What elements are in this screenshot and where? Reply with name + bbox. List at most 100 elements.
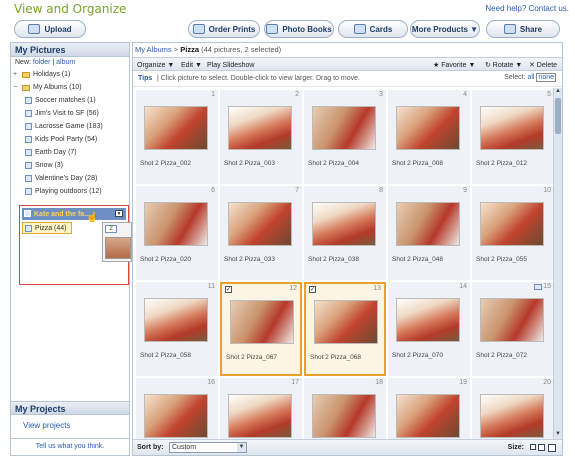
album-icon — [25, 224, 32, 232]
sidebar-item[interactable]: Lacrosse Game (183) — [13, 120, 127, 133]
breadcrumb-my-albums[interactable]: My Albums — [135, 45, 172, 54]
more-products-button[interactable]: More Products ▼ — [410, 20, 480, 38]
album-dropdown-icon[interactable]: ▼ — [115, 210, 123, 217]
photo-thumbnail[interactable] — [144, 106, 208, 150]
new-folder-link[interactable]: folder — [33, 59, 51, 66]
photo-thumbnail[interactable] — [480, 394, 544, 438]
select-all-link[interactable]: all — [527, 74, 534, 81]
photo-tile[interactable]: 5 Shot 2 Pizza_012 — [472, 90, 553, 184]
photo-tile[interactable]: 18 — [304, 378, 386, 439]
photo-thumbnail[interactable] — [312, 202, 376, 246]
cards-button[interactable]: Cards — [338, 20, 408, 38]
photo-tile[interactable]: 14 Shot 2 Pizza_070 — [388, 282, 470, 376]
sidebar-item[interactable]: Valentine's Day (28) — [13, 172, 127, 185]
photo-tile[interactable]: 3 Shot 2 Pizza_004 — [304, 90, 386, 184]
photo-tile[interactable]: 7 Shot 2 Pizza_033 — [220, 186, 302, 280]
play-slideshow-button[interactable]: Play Slideshow — [207, 60, 254, 70]
upload-button[interactable]: Upload — [14, 20, 86, 38]
expand-toggle[interactable]: + — [13, 71, 19, 78]
tips-text: | Click picture to select. Double-click … — [157, 75, 360, 82]
upload-label: Upload — [44, 24, 72, 34]
edit-menu[interactable]: Edit ▼ — [181, 60, 202, 70]
select-checkbox[interactable]: ✓ — [309, 286, 316, 293]
sidebar-item[interactable]: Soccer matches (1) — [13, 94, 127, 107]
sidebar-item[interactable]: Jim's Visit to SF (56) — [13, 107, 127, 120]
size-medium-icon[interactable] — [538, 444, 545, 451]
new-links: New: folder | album — [11, 57, 129, 68]
sidebar-item[interactable]: Snow (3) — [13, 159, 127, 172]
expand-toggle[interactable]: − — [13, 84, 19, 91]
size-large-icon[interactable] — [548, 444, 556, 452]
delete-button[interactable]: ✕ Delete — [529, 60, 557, 70]
tips-bar: Tips | Click picture to select. Double-c… — [133, 71, 562, 87]
drag-preview: 2 — [102, 222, 132, 262]
sidebar-item[interactable]: Earth Day (7) — [13, 146, 127, 159]
photo-tile[interactable]: 13 ✓ Shot 2 Pizza_068 — [304, 282, 386, 376]
help-link[interactable]: Need help? Contact us. — [485, 4, 569, 13]
photo-tile[interactable]: 16 — [136, 378, 218, 439]
vertical-scrollbar[interactable]: ▲ ▼ — [553, 88, 562, 439]
photo-thumbnail[interactable] — [144, 298, 208, 342]
photo-tile[interactable]: 10 Shot 2 Pizza_055 — [472, 186, 553, 280]
photo-thumbnail[interactable] — [312, 394, 376, 438]
photo-thumbnail[interactable] — [396, 106, 460, 150]
feedback-link[interactable]: Tell us what you think. — [11, 439, 129, 455]
photo-thumbnail[interactable] — [480, 106, 544, 150]
sidebar-item[interactable]: + Holidays (1) — [13, 68, 127, 81]
photo-thumbnail[interactable] — [230, 300, 294, 344]
photo-tile[interactable]: 19 — [388, 378, 470, 439]
photo-thumbnail[interactable] — [228, 202, 292, 246]
photo-tile[interactable]: 6 Shot 2 Pizza_020 — [136, 186, 218, 280]
photo-caption: Shot 2 Pizza_072 — [476, 352, 527, 359]
new-album-link[interactable]: album — [56, 59, 75, 66]
photo-thumbnail[interactable] — [314, 300, 378, 344]
scroll-thumb[interactable] — [555, 98, 561, 134]
rotate-menu[interactable]: ↻ Rotate ▼ — [485, 60, 522, 70]
sort-select[interactable]: Custom ▼ — [169, 442, 247, 453]
photo-thumbnail[interactable] — [480, 202, 544, 246]
breadcrumb: My Albums > Pizza (44 pictures, 2 select… — [135, 45, 281, 54]
photo-thumbnail[interactable] — [228, 394, 292, 438]
sidebar-item-label: Earth Day (7) — [35, 149, 77, 156]
photo-thumbnail[interactable] — [396, 298, 460, 342]
photo-thumbnail[interactable] — [396, 202, 460, 246]
organize-menu[interactable]: Organize ▼ — [137, 60, 174, 70]
photo-books-button[interactable]: Photo Books — [264, 20, 334, 38]
photo-thumbnail[interactable] — [144, 202, 208, 246]
photo-tile[interactable]: 9 Shot 2 Pizza_048 — [388, 186, 470, 280]
sort-value: Custom — [172, 444, 197, 451]
order-prints-button[interactable]: Order Prints — [188, 20, 260, 38]
photo-tile[interactable]: 11 Shot 2 Pizza_058 — [136, 282, 218, 376]
photo-tile[interactable]: 20 — [472, 378, 553, 439]
drag-highlight-area: Kate and the fa... ▼ ☝ Pizza (44) 2 — [19, 205, 132, 285]
photo-tile[interactable]: 8 Shot 2 Pizza_038 — [304, 186, 386, 280]
view-projects-link[interactable]: View projects — [11, 415, 129, 439]
select-none-link[interactable]: none — [536, 73, 556, 82]
photo-thumbnail[interactable] — [312, 106, 376, 150]
select-label: Select: — [504, 74, 526, 81]
sidebar-item[interactable]: − My Albums (10) — [13, 81, 127, 94]
favorite-menu[interactable]: ★ Favorite ▼ — [433, 60, 475, 70]
sidebar-item-pizza[interactable]: Pizza (44) — [22, 222, 72, 234]
photo-thumbnail[interactable] — [144, 394, 208, 438]
sidebar-item[interactable]: Playing outdoors (12) — [13, 185, 127, 198]
photo-thumbnail[interactable] — [396, 394, 460, 438]
scroll-down-icon[interactable]: ▼ — [554, 431, 562, 439]
photo-thumbnail[interactable] — [480, 298, 544, 342]
photo-number: 15 — [543, 283, 551, 290]
photo-thumbnail[interactable] — [228, 106, 292, 150]
photo-tile[interactable]: 17 — [220, 378, 302, 439]
sidebar-item[interactable]: Kids Pool Party (54) — [13, 133, 127, 146]
photo-tile[interactable]: 1 Shot 2 Pizza_002 — [136, 90, 218, 184]
photo-tile[interactable]: 15 Shot 2 Pizza_072 — [472, 282, 553, 376]
sidebar-item-kate-and-the-family[interactable]: Kate and the fa... ▼ ☝ — [22, 208, 126, 223]
photo-tile[interactable]: 12 ✓ Shot 2 Pizza_067 — [220, 282, 302, 376]
scroll-up-icon[interactable]: ▲ — [554, 88, 562, 96]
share-button[interactable]: Share — [486, 20, 560, 38]
photo-tile[interactable]: 4 Shot 2 Pizza_008 — [388, 90, 470, 184]
size-small-icon[interactable] — [530, 444, 536, 450]
select-checkbox[interactable]: ✓ — [225, 286, 232, 293]
selected-album-label: Kate and the fa... — [34, 211, 91, 218]
photo-tile[interactable]: 2 Shot 2 Pizza_003 — [220, 90, 302, 184]
album-icon — [25, 97, 32, 104]
